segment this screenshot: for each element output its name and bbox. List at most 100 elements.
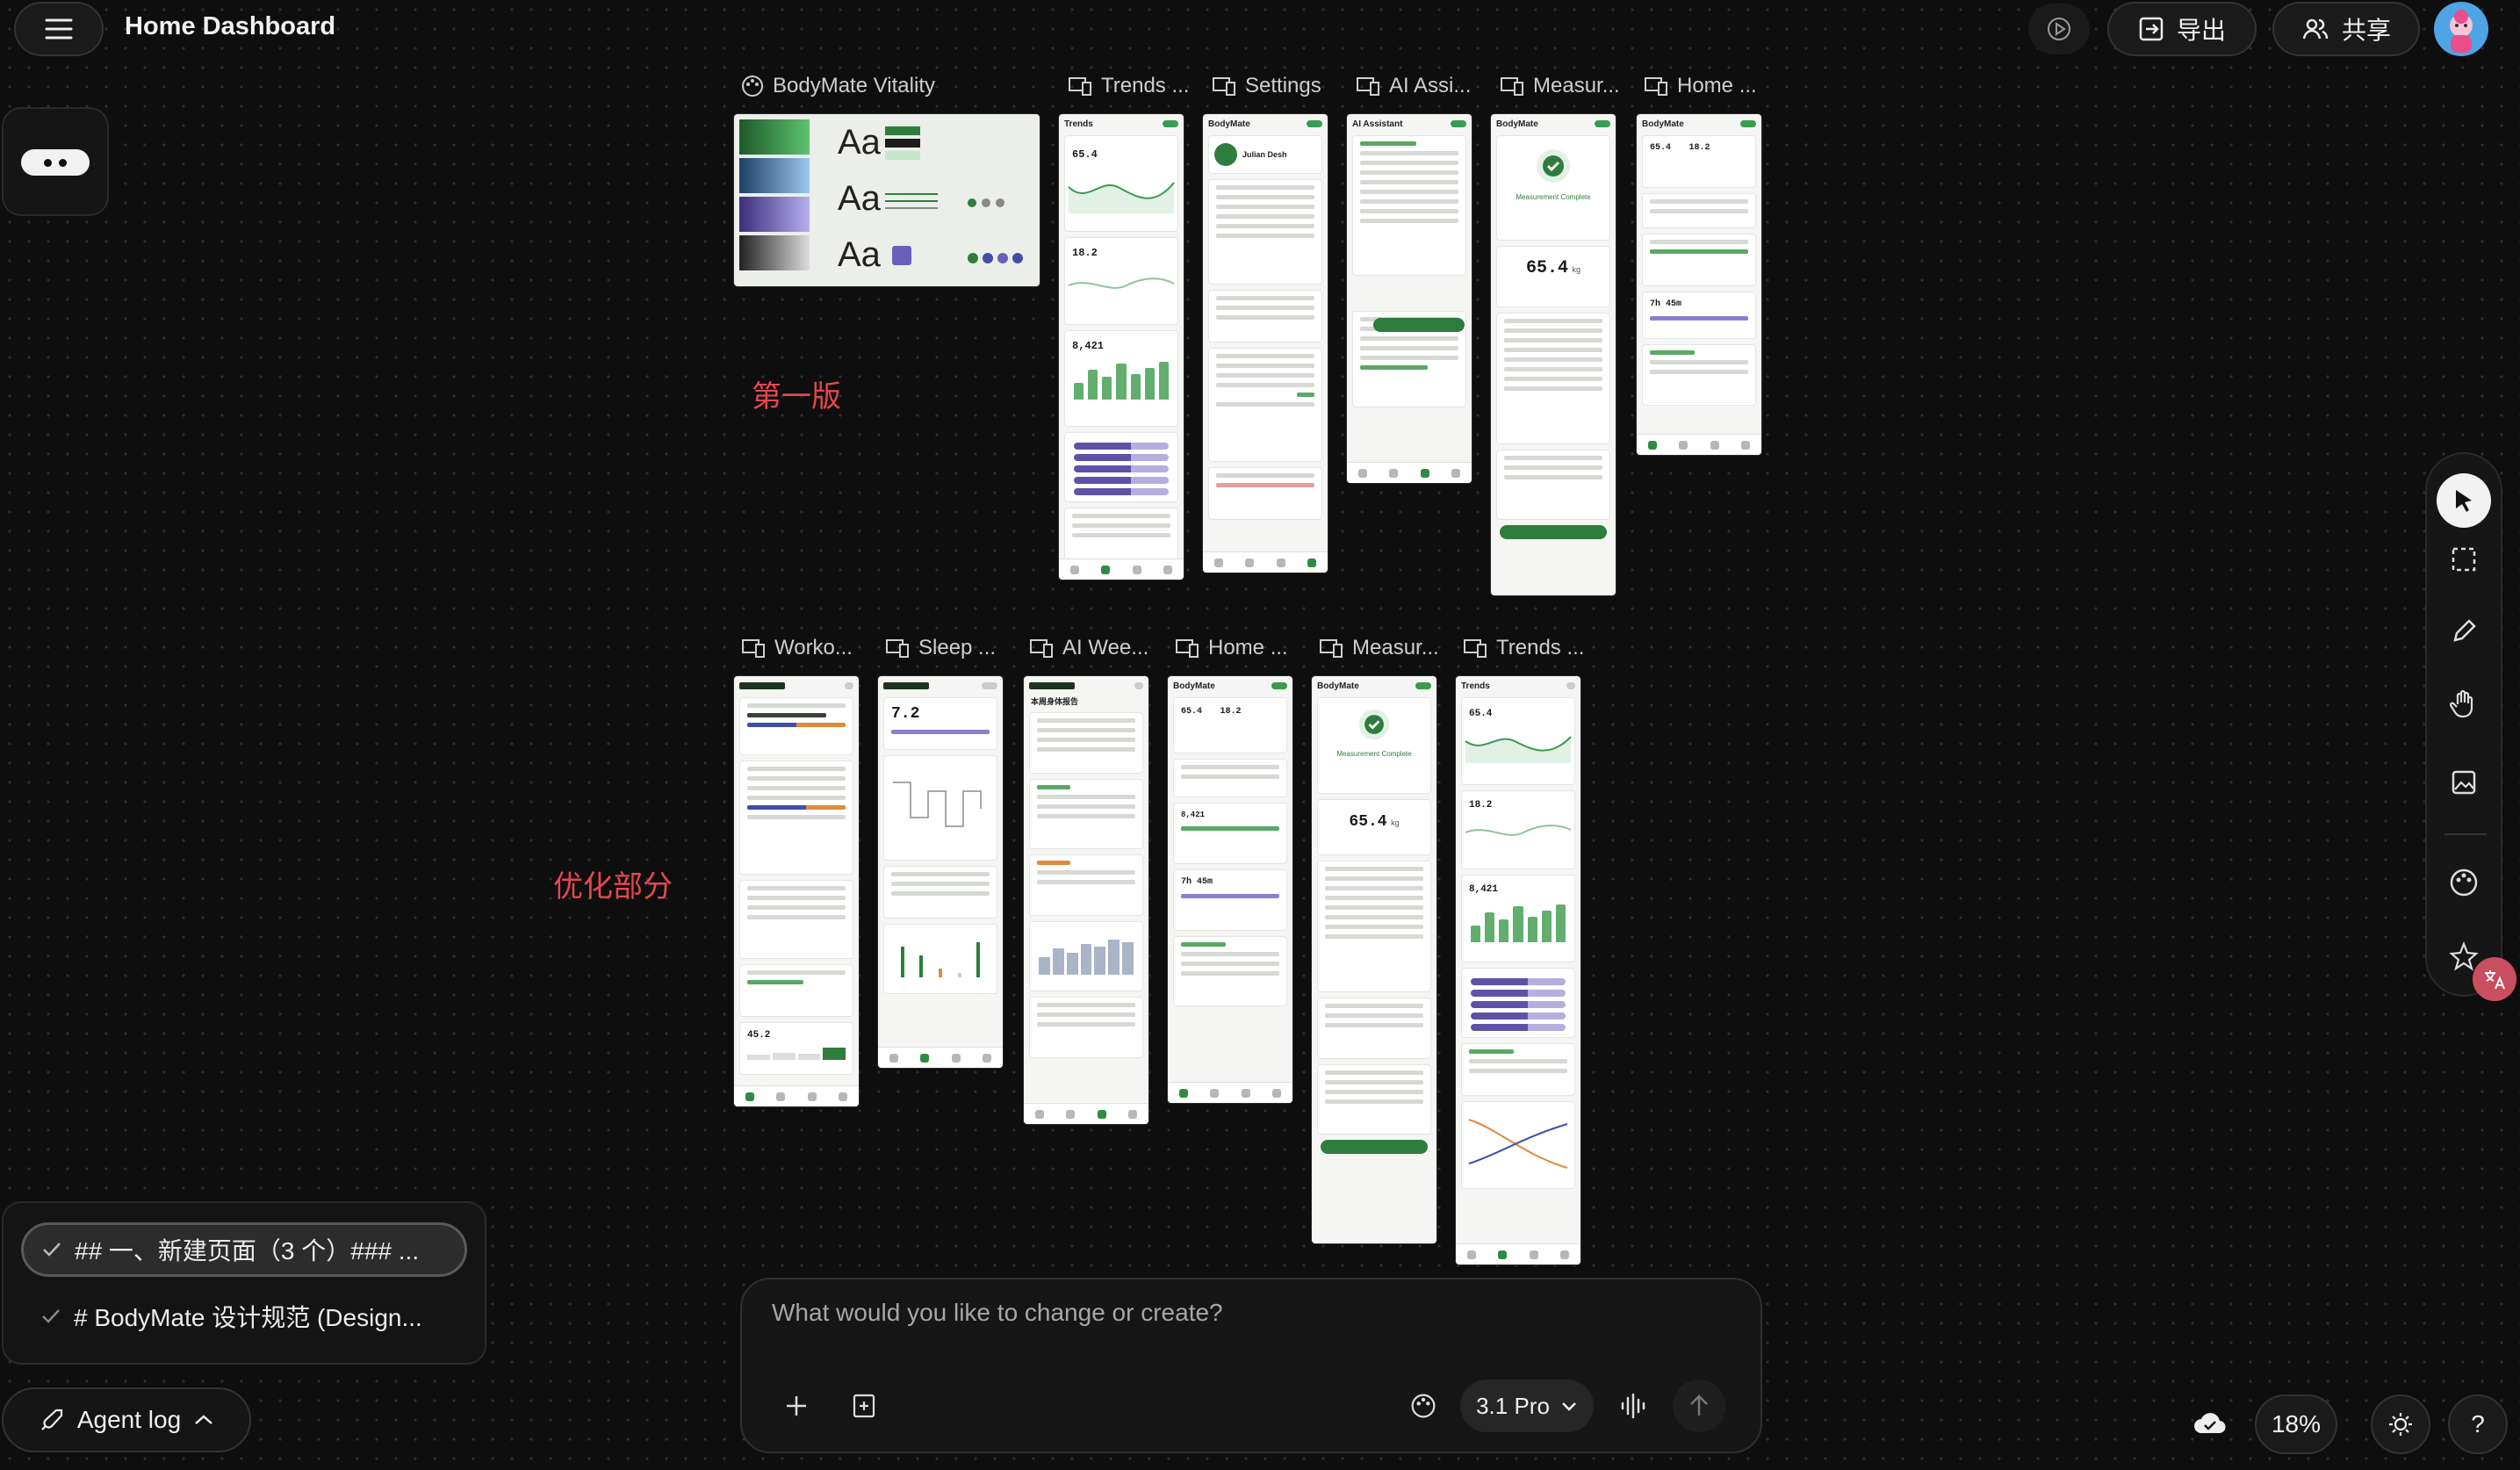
weight-value: 65.4 xyxy=(1349,813,1387,831)
page-title: Home Dashboard xyxy=(125,12,336,40)
weight-card: 65.4 kg xyxy=(1317,799,1431,855)
hand-tool[interactable] xyxy=(2444,684,2483,723)
bodyfat-value: 18.2 xyxy=(1072,247,1098,259)
type-sample-3: Aa xyxy=(838,235,881,274)
frame-label-workout[interactable]: Worko... xyxy=(741,636,853,660)
avatar-icon xyxy=(2450,10,2473,53)
complete-card: Measurement Complete xyxy=(1496,135,1610,241)
frame-title: AI Assistant xyxy=(1352,119,1403,129)
image-tool[interactable] xyxy=(2444,763,2483,802)
sync-status[interactable] xyxy=(2186,1403,2234,1444)
cloud-check-icon xyxy=(2194,1413,2226,1434)
add-button[interactable] xyxy=(779,1388,814,1423)
frame-label-settings[interactable]: Settings xyxy=(1212,74,1321,98)
arrow-up-icon xyxy=(1690,1394,1708,1416)
agent-log-item[interactable]: ## 一、新建页面（3 个）### ... xyxy=(21,1222,467,1277)
annotation-v1: 第一版 xyxy=(752,379,841,414)
frame-label-text: Trends ... xyxy=(1496,636,1585,659)
frame-home-v1[interactable]: BodyMate 65.4 18.2 7h 45m xyxy=(1637,114,1761,455)
help-text: ? xyxy=(2471,1410,2485,1438)
export-button[interactable]: 导出 xyxy=(2107,2,2257,56)
complete-text: Measurement Complete xyxy=(1516,193,1591,201)
bottom-nav xyxy=(878,1047,1003,1068)
activity-card: 8,421 xyxy=(1173,803,1287,864)
frame-label-ai-weekly[interactable]: AI Wee... xyxy=(1029,636,1148,660)
cursor-tool[interactable] xyxy=(2437,473,2491,528)
device-icon xyxy=(1176,639,1199,658)
frame-label-measure[interactable]: Measur... xyxy=(1500,74,1620,98)
zoom-level[interactable]: 18% xyxy=(2255,1394,2337,1454)
frame-sleep[interactable]: 7.2 xyxy=(878,676,1003,1068)
icon-samples xyxy=(968,198,1004,207)
frame-trends-v1[interactable]: Trends 65.4 18.2 8,421 xyxy=(1059,114,1184,580)
weight-value: 65.4 xyxy=(1650,143,1672,153)
frame-workout[interactable]: 45.2 xyxy=(734,676,859,1106)
hamburger-icon xyxy=(45,18,73,40)
play-button[interactable] xyxy=(2028,4,2090,54)
agent-log-item[interactable]: # BodyMate 设计规范 (Design... xyxy=(21,1289,467,1344)
help-button[interactable]: ? xyxy=(2448,1394,2508,1454)
right-toolbar xyxy=(2425,452,2502,997)
check-icon xyxy=(42,1309,60,1323)
theme-toggle[interactable] xyxy=(2371,1394,2430,1454)
translate-badge[interactable] xyxy=(2473,957,2516,1001)
frame-trends-v2[interactable]: Trends 65.4 18.2 8,421 xyxy=(1456,676,1580,1265)
frame-label-text: AI Assi... xyxy=(1389,74,1472,97)
menu-button[interactable] xyxy=(14,2,104,56)
device-icon xyxy=(1030,639,1053,658)
frame-label-home-v2[interactable]: Home ... xyxy=(1175,636,1288,660)
send-button[interactable] xyxy=(1673,1380,1725,1432)
avatar[interactable] xyxy=(2434,2,2488,56)
frame-label-ai-assistant[interactable]: AI Assi... xyxy=(1356,74,1471,98)
share-button[interactable]: 共享 xyxy=(2272,2,2420,56)
bodyfat-value: 18.2 xyxy=(1469,800,1493,811)
palette-tool[interactable] xyxy=(2444,863,2483,902)
frame-ai-weekly[interactable]: 本周身体报告 xyxy=(1024,676,1148,1124)
agent-log-button[interactable]: Agent log xyxy=(2,1387,251,1452)
frame-measure-v1[interactable]: BodyMate Measurement Complete 65.4 kg xyxy=(1491,114,1616,595)
frame-home-v2[interactable]: BodyMate 65.4 18.2 8,421 7h 45m xyxy=(1168,676,1292,1103)
chevron-up-icon xyxy=(195,1415,212,1424)
bottom-nav xyxy=(734,1085,859,1106)
frame-label-design-system[interactable]: BodyMate Vitality xyxy=(741,74,935,98)
frame-label-text: Home ... xyxy=(1208,636,1288,659)
type-sample-1: Aa xyxy=(838,123,881,162)
insight-card xyxy=(1064,508,1178,560)
style-button[interactable] xyxy=(1406,1388,1441,1423)
weight-chart xyxy=(1465,736,1572,763)
compare-card xyxy=(1496,450,1610,520)
weight-chart xyxy=(1068,182,1175,213)
weight-value: 65.4 xyxy=(1526,258,1569,278)
model-label: 3.1 Pro xyxy=(1476,1392,1550,1419)
frame-title: BodyMate xyxy=(1317,681,1359,691)
back-home-button[interactable] xyxy=(1500,525,1607,539)
frame-label-sleep[interactable]: Sleep ... xyxy=(885,636,996,660)
workout-summary-card xyxy=(739,697,853,755)
image-icon xyxy=(2452,770,2476,795)
frame-label-measure-v2[interactable]: Measur... xyxy=(1319,636,1439,660)
frame-label-trends[interactable]: Trends ... xyxy=(1068,74,1189,98)
pencil-tool[interactable] xyxy=(2444,612,2483,651)
select-area-tool[interactable] xyxy=(2444,540,2483,579)
more-button[interactable] xyxy=(21,149,90,176)
frame-settings[interactable]: BodyMate Julian Desh xyxy=(1203,114,1328,573)
pencil-icon xyxy=(2453,619,2476,642)
weekly-chart-card xyxy=(1029,921,1143,991)
weekly-stats-card xyxy=(1029,712,1143,774)
frame-label-trends-v2[interactable]: Trends ... xyxy=(1463,636,1584,660)
steps-value: 8,421 xyxy=(1469,884,1499,895)
compare-card xyxy=(1317,998,1431,1059)
frame-ai-assistant[interactable]: AI Assistant xyxy=(1347,114,1472,483)
frame-measure-v2[interactable]: BodyMate Measurement Complete 65.4 kg xyxy=(1312,676,1436,1243)
export-label: 导出 xyxy=(2176,17,2226,44)
model-select[interactable]: 3.1 Pro xyxy=(1460,1380,1594,1432)
profile-card: Julian Desh xyxy=(1208,135,1322,174)
prompt-input[interactable]: What would you like to change or create? xyxy=(772,1299,1223,1327)
agent-log-label: Agent log xyxy=(76,1406,182,1433)
frame-label-home[interactable]: Home ... xyxy=(1644,74,1757,98)
add-frame-button[interactable] xyxy=(847,1388,882,1423)
frame-design-system[interactable]: Aa Aa Aa xyxy=(734,114,1040,286)
bodyfat-chart xyxy=(1068,277,1175,289)
back-home-button[interactable] xyxy=(1321,1140,1428,1154)
voice-button[interactable] xyxy=(1616,1388,1652,1423)
